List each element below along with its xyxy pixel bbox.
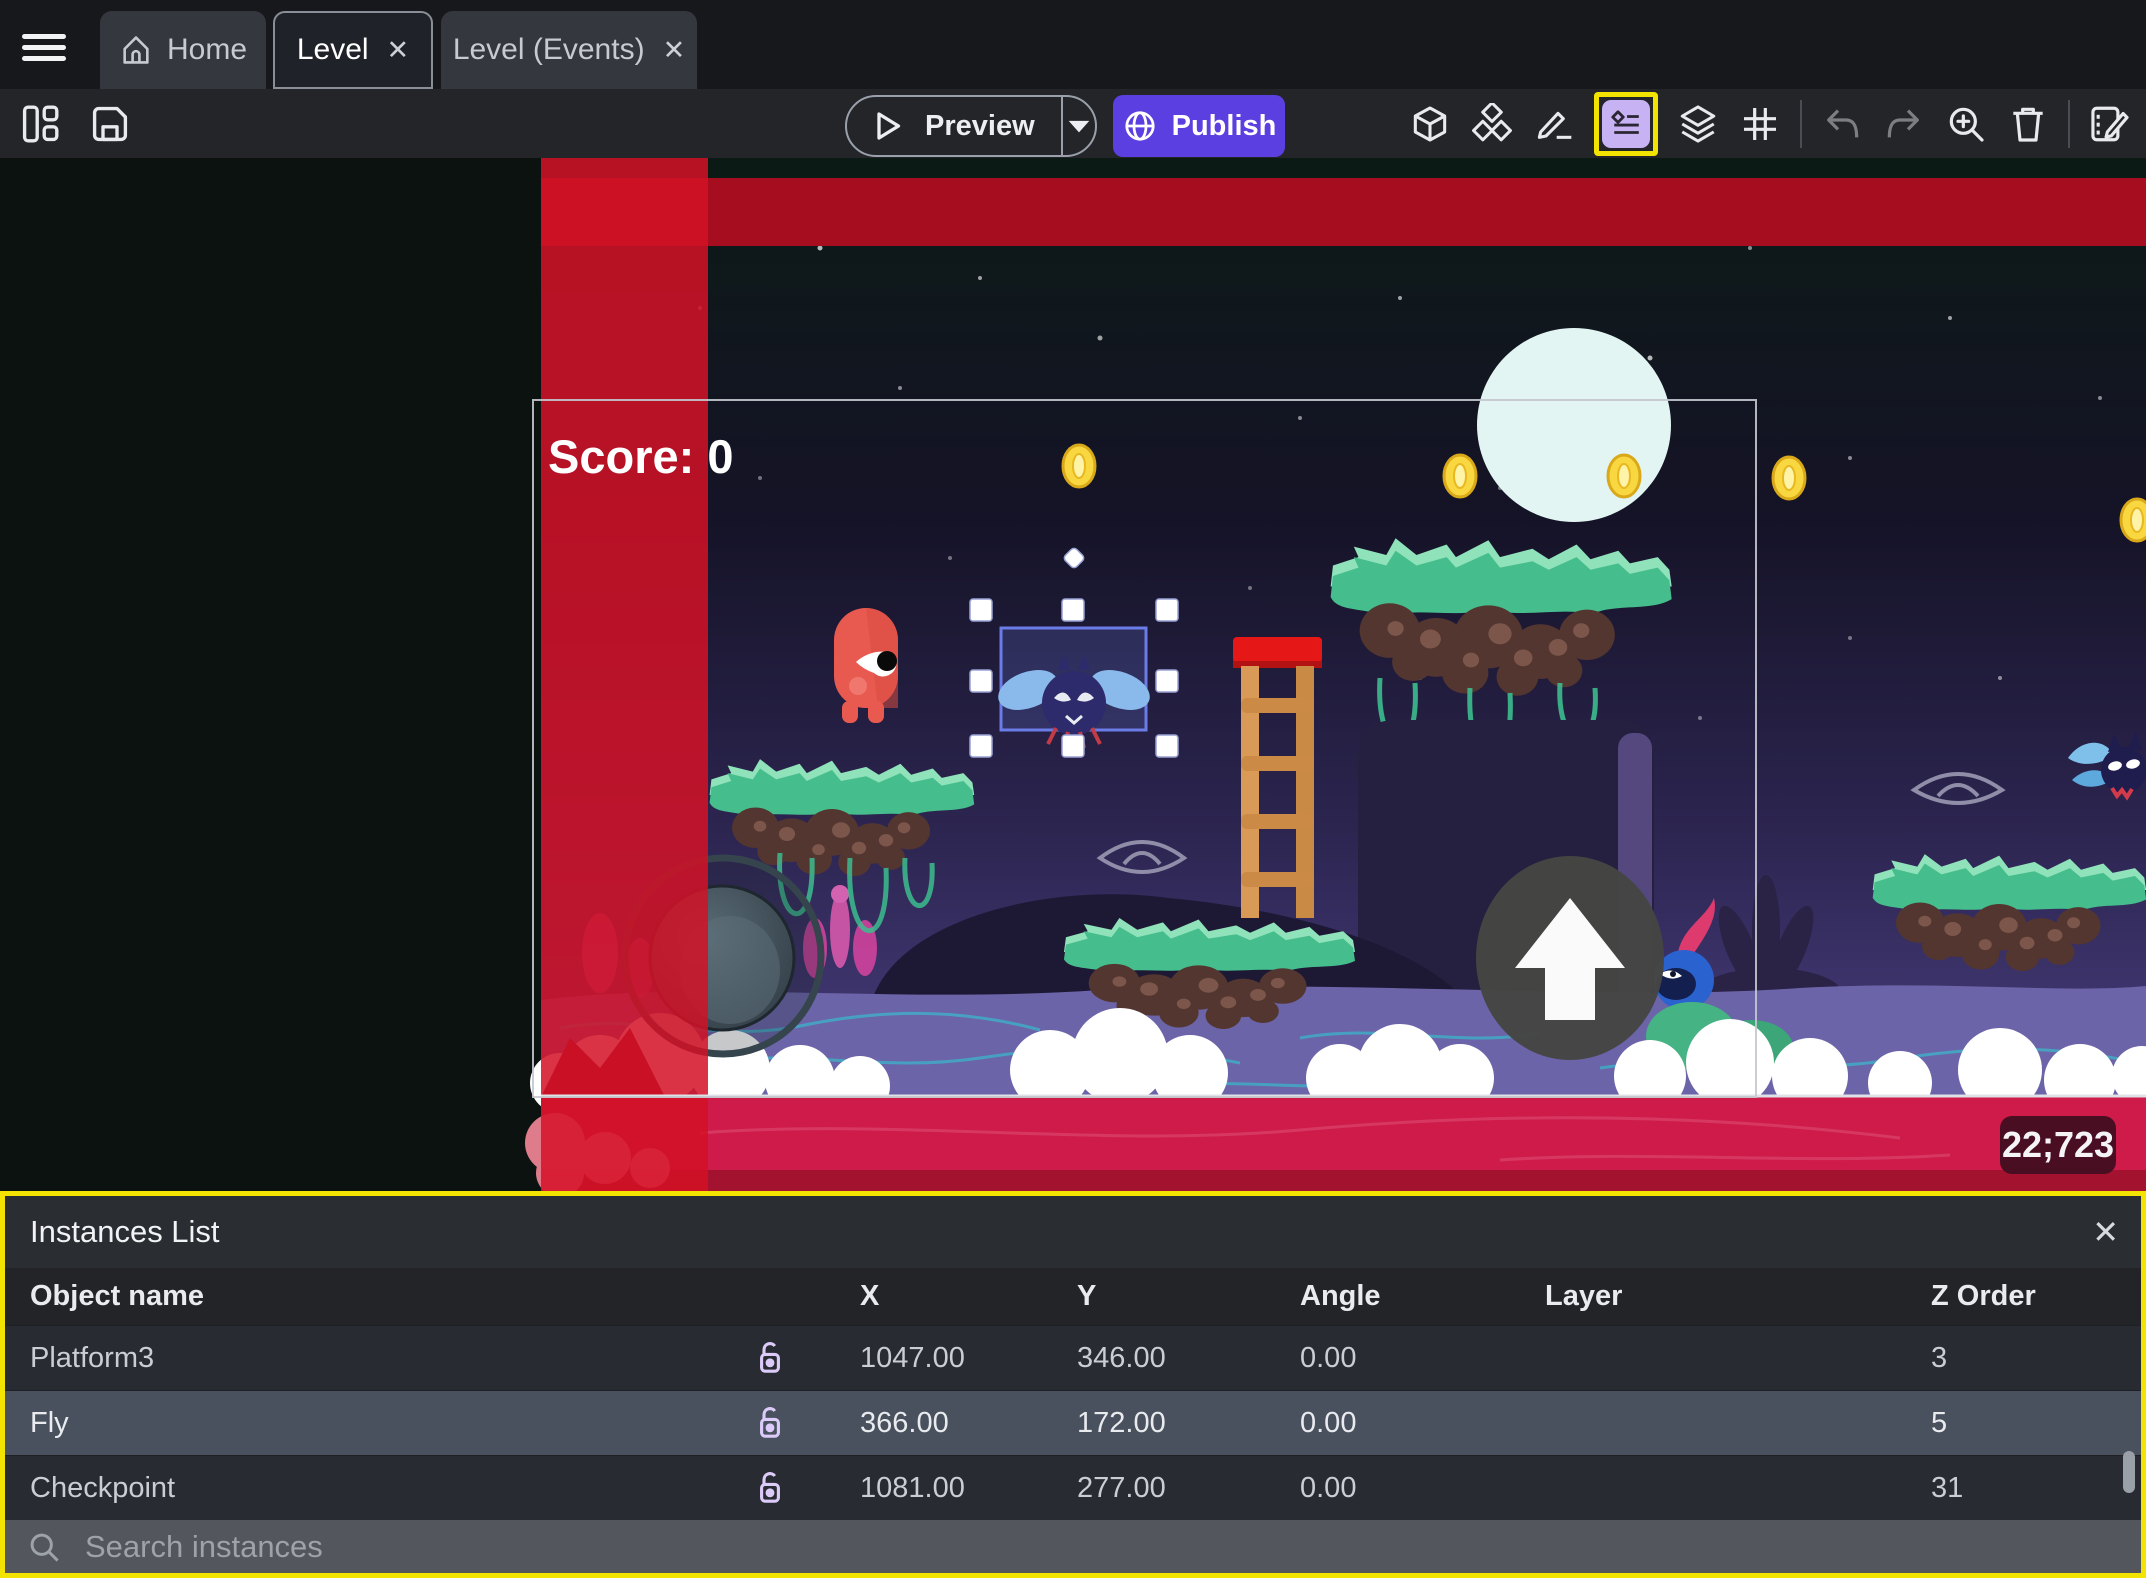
cell-name: Platform3 (30, 1341, 155, 1374)
zoom-in-icon[interactable] (1944, 102, 1988, 146)
publish-button[interactable]: Publish (1113, 95, 1285, 157)
preview-divider (1060, 97, 1063, 155)
col-x: X (860, 1280, 880, 1312)
panel-scrollbar[interactable] (2123, 1451, 2135, 1493)
tab-bar: Home Level ✕ Level (Events) ✕ (0, 0, 2146, 89)
redo-icon[interactable] (1882, 102, 1926, 146)
cell-name: Fly (30, 1406, 69, 1439)
svg-text:22;723: 22;723 (2002, 1124, 2114, 1165)
save-icon[interactable] (88, 102, 132, 146)
bottom-red-band (525, 1097, 2146, 1191)
cell-x[interactable]: 1081.00 (815, 1472, 1032, 1505)
moon[interactable] (1477, 328, 1671, 522)
tab-level-close-icon[interactable]: ✕ (387, 35, 410, 66)
coin (1061, 443, 1097, 489)
scene-canvas[interactable]: Score: 0 22;723 (0, 158, 2146, 1191)
cell-z-order[interactable]: 5 (1886, 1407, 2141, 1440)
search-instances-input[interactable] (83, 1527, 1687, 1566)
layers-icon[interactable] (1676, 102, 1720, 146)
coords-badge: 22;723 (2000, 1116, 2116, 1174)
tab-level-events-label: Level (Events) (452, 33, 645, 66)
edit-pencil-icon[interactable] (1532, 102, 1576, 146)
instances-list-highlight (1594, 91, 1658, 156)
home-icon (119, 33, 153, 67)
chevron-down-icon[interactable] (1066, 117, 1092, 135)
instances-panel-title: Instances List (30, 1214, 220, 1249)
lock-open-icon[interactable] (725, 1405, 815, 1441)
search-icon (27, 1530, 61, 1564)
col-angle: Angle (1300, 1280, 1381, 1312)
grid-icon[interactable] (1738, 102, 1782, 146)
red-stripe-overlay (541, 158, 708, 1191)
cell-x[interactable]: 366.00 (815, 1407, 1032, 1440)
col-y: Y (1077, 1280, 1097, 1312)
scene-top-red-band (541, 178, 2146, 246)
table-row-fly-selected[interactable]: Fly 366.00 172.00 0.00 5 (5, 1390, 2141, 1455)
coin (2119, 497, 2146, 543)
cell-name: Checkpoint (30, 1471, 176, 1504)
coin (1442, 453, 1478, 499)
player-character[interactable] (834, 608, 898, 723)
cell-angle[interactable]: 0.00 (1255, 1472, 1500, 1505)
tab-level-events[interactable]: Level (Events) ✕ (441, 11, 697, 89)
toolbar-divider (2068, 99, 2070, 148)
tab-level-events-close-icon[interactable]: ✕ (663, 35, 686, 66)
col-z-order: Z Order (1931, 1280, 2036, 1312)
tab-level-active[interactable]: Level ✕ (273, 11, 433, 89)
col-layer: Layer (1545, 1280, 1623, 1312)
cell-y[interactable]: 277.00 (1032, 1472, 1255, 1505)
jump-button[interactable] (1476, 856, 1664, 1060)
objects-stack-icon[interactable] (1470, 102, 1514, 146)
panels-layout-icon[interactable] (18, 102, 62, 146)
cell-x[interactable]: 1047.00 (815, 1342, 1032, 1375)
cell-z-order[interactable]: 31 (1886, 1472, 2141, 1505)
lock-open-icon[interactable] (725, 1340, 815, 1376)
cell-angle[interactable]: 0.00 (1255, 1342, 1500, 1375)
menu-hamburger-icon[interactable] (22, 28, 66, 62)
score-text: Score: 0 (548, 430, 733, 483)
col-object-name: Object name (30, 1280, 205, 1312)
table-row-checkpoint[interactable]: Checkpoint 1081.00 277.00 0.00 31 (5, 1455, 2141, 1520)
cell-angle[interactable]: 0.00 (1255, 1407, 1500, 1440)
preview-label: Preview (925, 109, 1035, 142)
publish-label: Publish (1171, 109, 1277, 142)
tab-home-label: Home (166, 33, 248, 66)
cell-y[interactable]: 172.00 (1032, 1407, 1255, 1440)
tab-home[interactable]: Home (100, 11, 266, 89)
preview-button[interactable]: Preview (845, 95, 1097, 157)
undo-icon[interactable] (1820, 102, 1864, 146)
globe-icon (1125, 111, 1155, 141)
play-icon (877, 112, 901, 140)
edit-scene-icon[interactable] (2088, 102, 2132, 146)
instances-table-header: Object name X Y Angle Layer Z Order (5, 1268, 2141, 1325)
trash-icon[interactable] (2006, 102, 2050, 146)
lock-open-icon[interactable] (725, 1470, 815, 1506)
coin (1771, 455, 1807, 501)
cell-y[interactable]: 346.00 (1032, 1342, 1255, 1375)
cell-z-order[interactable]: 3 (1886, 1342, 2141, 1375)
search-bar (5, 1520, 2141, 1573)
instances-list-icon[interactable] (1602, 99, 1650, 148)
instances-panel: Instances List ✕ Object name X Y Angle L… (0, 1191, 2146, 1578)
cube-3d-icon[interactable] (1408, 102, 1452, 146)
table-row-platform3[interactable]: Platform3 1047.00 346.00 0.00 3 (5, 1325, 2141, 1390)
toolbar-divider (1800, 99, 1802, 148)
tab-level-label: Level (296, 33, 369, 66)
instances-panel-close-icon[interactable]: ✕ (2092, 1213, 2119, 1251)
coin (1606, 453, 1642, 499)
